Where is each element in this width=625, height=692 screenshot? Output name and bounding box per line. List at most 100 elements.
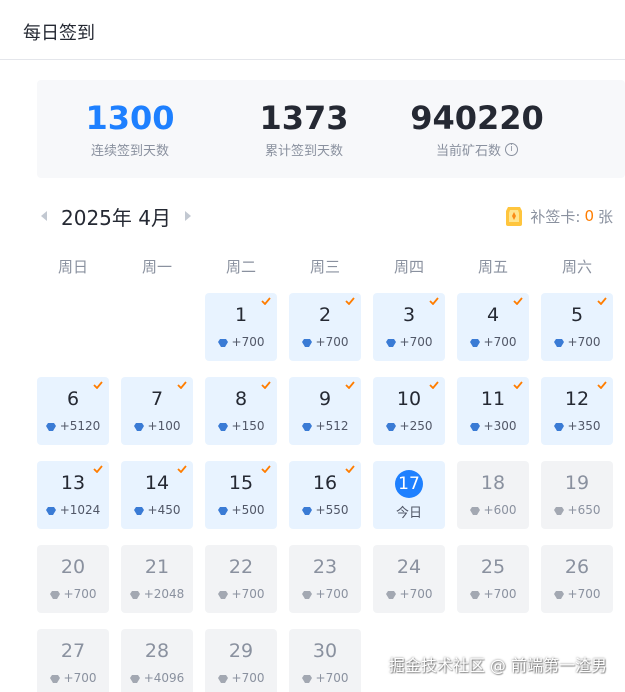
day-reward: +700 <box>541 335 613 349</box>
day-reward: +700 <box>205 335 277 349</box>
day-number: 21 <box>144 556 170 578</box>
calendar-day-22[interactable]: 22 +700 <box>205 545 277 613</box>
calendar-day-23[interactable]: 23 +700 <box>289 545 361 613</box>
ore-icon <box>301 674 312 683</box>
calendar-day-10[interactable]: 10 +250 <box>373 377 445 445</box>
calendar-day-6[interactable]: 6 +5120 <box>37 377 109 445</box>
calendar-day-9[interactable]: 9 +512 <box>289 377 361 445</box>
makeup-card-icon <box>506 207 523 226</box>
check-icon <box>261 381 271 389</box>
calendar-day-15[interactable]: 15 +500 <box>205 461 277 529</box>
day-number: 13 <box>60 472 86 494</box>
calendar-day-21[interactable]: 21 +2048 <box>121 545 193 613</box>
day-number: 2 <box>318 304 332 326</box>
chevron-left-icon[interactable] <box>37 209 51 223</box>
day-number: 11 <box>480 388 506 410</box>
weekday-label: 周一 <box>141 258 172 276</box>
check-icon <box>177 465 187 473</box>
day-reward: +700 <box>205 671 277 685</box>
day-number: 30 <box>312 640 338 662</box>
day-number: 24 <box>396 556 422 578</box>
calendar-day-12[interactable]: 12 +350 <box>541 377 613 445</box>
day-number: 1 <box>234 304 248 326</box>
makeup-card-unit: 张 <box>597 207 613 226</box>
makeup-card-info[interactable]: 补签卡: 0 张 <box>504 202 613 230</box>
day-reward: +150 <box>205 419 277 433</box>
calendar-day-29[interactable]: 29 +700 <box>205 629 277 692</box>
calendar-day-13[interactable]: 13 +1024 <box>37 461 109 529</box>
check-icon <box>597 297 607 305</box>
ore-icon <box>129 674 140 683</box>
stats-panel: 1300 连续签到天数 1373 累计签到天数 940220 当前矿石数 i <box>37 80 625 178</box>
day-number: 12 <box>564 388 590 410</box>
month-navigator: 2025年 4月 <box>37 202 195 230</box>
day-reward: +350 <box>541 419 613 433</box>
check-icon <box>345 381 355 389</box>
day-reward: +300 <box>457 419 529 433</box>
check-icon <box>513 381 523 389</box>
day-reward: +2048 <box>121 587 193 601</box>
day-reward: +700 <box>37 587 109 601</box>
day-reward: +700 <box>205 587 277 601</box>
ore-icon <box>553 422 564 431</box>
day-reward: +700 <box>373 335 445 349</box>
check-icon <box>513 297 523 305</box>
day-reward: +650 <box>541 503 613 517</box>
info-circle-icon[interactable]: i <box>505 143 518 156</box>
calendar-day-4[interactable]: 4 +700 <box>457 293 529 361</box>
ore-icon <box>301 590 312 599</box>
weekday-label: 周日 <box>57 258 88 276</box>
day-reward: +700 <box>457 587 529 601</box>
calendar-day-20[interactable]: 20 +700 <box>37 545 109 613</box>
calendar-day-25[interactable]: 25 +700 <box>457 545 529 613</box>
check-icon <box>597 381 607 389</box>
chevron-right-icon[interactable] <box>181 209 195 223</box>
weekday-label: 周二 <box>225 258 256 276</box>
ore-icon <box>217 590 228 599</box>
ore-icon <box>129 590 140 599</box>
ore-count-value: 940220 <box>410 99 544 137</box>
calendar-day-26[interactable]: 26 +700 <box>541 545 613 613</box>
ore-icon <box>553 590 564 599</box>
check-icon <box>261 465 271 473</box>
calendar-day-3[interactable]: 3 +700 <box>373 293 445 361</box>
calendar-day-30[interactable]: 30 +700 <box>289 629 361 692</box>
ore-icon <box>385 590 396 599</box>
day-number: 23 <box>312 556 338 578</box>
day-reward: +700 <box>457 335 529 349</box>
weekday-label: 周四 <box>393 258 424 276</box>
ore-icon <box>469 506 480 515</box>
day-reward: +700 <box>289 335 361 349</box>
calendar-day-2[interactable]: 2 +700 <box>289 293 361 361</box>
calendar-day-16[interactable]: 16 +550 <box>289 461 361 529</box>
day-number: 4 <box>486 304 500 326</box>
day-number: 7 <box>150 388 164 410</box>
day-number: 9 <box>318 388 332 410</box>
calendar-day-7[interactable]: 7 +100 <box>121 377 193 445</box>
check-icon <box>261 297 271 305</box>
calendar-day-24[interactable]: 24 +700 <box>373 545 445 613</box>
day-reward: +1024 <box>37 503 109 517</box>
makeup-card-label: 补签卡: <box>530 207 581 226</box>
calendar-day-5[interactable]: 5 +700 <box>541 293 613 361</box>
day-reward: +5120 <box>37 419 109 433</box>
calendar-day-8[interactable]: 8 +150 <box>205 377 277 445</box>
calendar-day-14[interactable]: 14 +450 <box>121 461 193 529</box>
check-icon <box>177 381 187 389</box>
ore-icon <box>217 506 228 515</box>
watermark: 掘金技术社区 @ 前端第一渣男 <box>388 656 607 675</box>
ore-icon <box>133 422 144 431</box>
calendar-day-19[interactable]: 19 +650 <box>541 461 613 529</box>
calendar-day-11[interactable]: 11 +300 <box>457 377 529 445</box>
day-number: 3 <box>402 304 416 326</box>
day-number: 22 <box>228 556 254 578</box>
calendar-day-28[interactable]: 28 +4096 <box>121 629 193 692</box>
weekday-label: 周六 <box>561 258 592 276</box>
ore-icon <box>385 422 396 431</box>
day-number: 5 <box>570 304 584 326</box>
day-number: 19 <box>564 472 590 494</box>
calendar-day-27[interactable]: 27 +700 <box>37 629 109 692</box>
calendar-day-1[interactable]: 1 +700 <box>205 293 277 361</box>
calendar-day-18[interactable]: 18 +600 <box>457 461 529 529</box>
calendar-day-17[interactable]: 17 今日 <box>373 461 445 529</box>
